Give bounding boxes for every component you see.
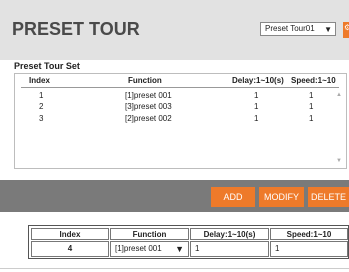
chevron-down-icon: ▼ xyxy=(324,25,332,34)
row-speed: 1 xyxy=(309,102,314,111)
edit-header-index: Index xyxy=(31,228,109,240)
preset-tour-select[interactable]: Preset Tour01 ▼ xyxy=(260,22,336,36)
row-function: [3]preset 003 xyxy=(125,102,172,111)
column-header-delay: Delay:1~10(s) xyxy=(232,76,284,85)
modify-button[interactable]: MODIFY xyxy=(259,187,304,207)
row-delay: 1 xyxy=(254,102,259,111)
chevron-down-icon: ▼ xyxy=(175,244,184,254)
settings-button[interactable]: ⚙ xyxy=(343,22,349,38)
row-speed: 1 xyxy=(309,114,314,123)
edit-index-value: 4 xyxy=(31,241,109,257)
gear-icon: ⚙ xyxy=(344,23,349,32)
preset-tour-list[interactable]: Index Function Delay:1~10(s) Speed:1~10 … xyxy=(14,73,347,169)
speed-input[interactable]: 1 xyxy=(270,241,348,257)
divider xyxy=(0,268,349,269)
function-select[interactable]: [1]preset 001 ▼ xyxy=(110,241,189,257)
page-title: PRESET TOUR xyxy=(12,19,140,39)
row-function: [1]preset 001 xyxy=(125,91,172,100)
edit-header-speed: Speed:1~10 xyxy=(270,228,348,240)
row-function: [2]preset 002 xyxy=(125,114,172,123)
header-bar: PRESET TOUR Preset Tour01 ▼ ⚙ xyxy=(0,0,349,60)
scroll-up-icon[interactable]: ▲ xyxy=(336,92,342,98)
column-header-speed: Speed:1~10 xyxy=(291,76,336,85)
function-select-value: [1]preset 001 xyxy=(115,244,162,253)
row-index: 3 xyxy=(39,114,44,123)
header-divider xyxy=(21,87,339,88)
edit-header-delay: Delay:1~10(s) xyxy=(190,228,269,240)
row-speed: 1 xyxy=(309,91,314,100)
edit-table: Index Function Delay:1~10(s) Speed:1~10 … xyxy=(28,225,349,259)
section-title: Preset Tour Set xyxy=(14,61,80,71)
row-index: 1 xyxy=(39,91,44,100)
delay-input[interactable]: 1 xyxy=(190,241,269,257)
scroll-down-icon[interactable]: ▼ xyxy=(336,158,342,164)
add-button[interactable]: ADD xyxy=(211,187,255,207)
column-header-index: Index xyxy=(29,76,50,85)
row-delay: 1 xyxy=(254,114,259,123)
row-index: 2 xyxy=(39,102,44,111)
row-delay: 1 xyxy=(254,91,259,100)
preset-tour-select-value: Preset Tour01 xyxy=(265,24,315,33)
column-header-function: Function xyxy=(128,76,162,85)
edit-header-function: Function xyxy=(110,228,189,240)
delete-button[interactable]: DELETE xyxy=(308,187,349,207)
